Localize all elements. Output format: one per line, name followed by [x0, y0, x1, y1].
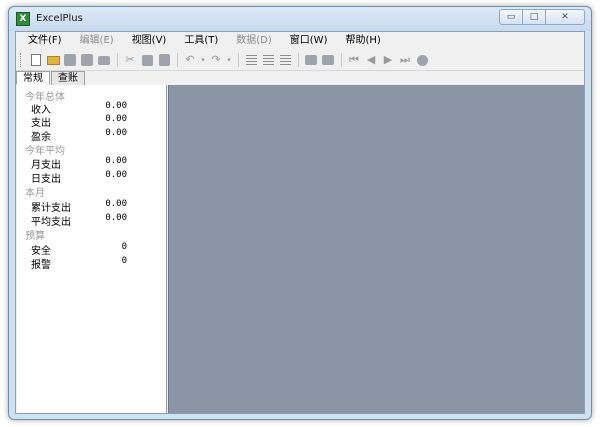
copy-icon[interactable]: [139, 52, 155, 68]
section-budget: 预算: [25, 231, 45, 242]
paste-icon[interactable]: [156, 52, 172, 68]
menu-tools[interactable]: 工具(T): [175, 32, 227, 50]
toolbar-separator: [341, 53, 342, 67]
export-icon[interactable]: [303, 52, 319, 68]
average-expense-label: 平均支出: [31, 217, 71, 228]
align-center-icon[interactable]: [260, 52, 276, 68]
average-expense-value: 0.00: [105, 213, 127, 223]
expense-value: 0.00: [105, 114, 127, 124]
align-right-icon[interactable]: [277, 52, 293, 68]
menu-file[interactable]: 文件(F): [16, 32, 71, 50]
redo-dropdown-icon[interactable]: ▾: [225, 52, 233, 68]
info-icon[interactable]: [414, 52, 430, 68]
toolbar-grip[interactable]: [20, 53, 24, 67]
budget-alarm-value: 0: [121, 256, 127, 266]
cut-icon[interactable]: ✂: [122, 52, 138, 68]
save-icon[interactable]: [62, 52, 78, 68]
budget-safe-label: 安全: [31, 246, 51, 257]
tab-audit[interactable]: 查账: [51, 71, 85, 85]
menu-edit[interactable]: 编辑(E): [71, 32, 123, 50]
toolbar-separator: [298, 53, 299, 67]
side-panel-tabs: 常规 查账: [16, 71, 86, 85]
monthly-expense-value: 0.00: [105, 156, 127, 166]
expense-label: 支出: [31, 118, 51, 129]
title-bar[interactable]: X ExcelPlus ▭ □ ✕: [9, 7, 591, 31]
close-icon: ✕: [561, 12, 569, 22]
tab-general[interactable]: 常规: [16, 71, 50, 85]
client-area: 文件(F) 编辑(E) 视图(V) 工具(T) 数据(D) 窗口(W) 帮助(H…: [15, 31, 585, 414]
daily-expense-label: 日支出: [31, 174, 61, 185]
toolbar: ✂ ↶ ▾ ↷ ▾ ⏮ ◀ ▶ ⏭: [16, 50, 584, 71]
menu-view[interactable]: 视图(V): [123, 32, 176, 50]
minimize-icon: ▭: [506, 12, 516, 22]
print-icon[interactable]: [96, 52, 112, 68]
maximize-button[interactable]: □: [522, 9, 546, 25]
section-year-average: 今年平均: [25, 146, 65, 157]
window-title: ExcelPlus: [36, 13, 83, 24]
save-all-icon[interactable]: [79, 52, 95, 68]
close-button[interactable]: ✕: [545, 9, 585, 25]
income-value: 0.00: [105, 101, 127, 111]
previous-record-icon[interactable]: ◀: [363, 52, 379, 68]
next-record-icon[interactable]: ▶: [380, 52, 396, 68]
mdi-workspace[interactable]: [168, 85, 584, 413]
menu-bar: 文件(F) 编辑(E) 视图(V) 工具(T) 数据(D) 窗口(W) 帮助(H…: [16, 32, 584, 50]
menu-window[interactable]: 窗口(W): [281, 32, 337, 50]
minimize-button[interactable]: ▭: [499, 9, 523, 25]
import-icon[interactable]: [320, 52, 336, 68]
window-controls: ▭ □ ✕: [499, 9, 585, 27]
surplus-label: 盈余: [31, 132, 51, 143]
budget-safe-value: 0: [121, 242, 127, 252]
toolbar-separator: [117, 53, 118, 67]
toolbar-separator: [177, 53, 178, 67]
toolbar-separator: [238, 53, 239, 67]
redo-icon[interactable]: ↷: [208, 52, 224, 68]
undo-dropdown-icon[interactable]: ▾: [199, 52, 207, 68]
menu-help[interactable]: 帮助(H): [336, 32, 389, 50]
menu-data[interactable]: 数据(D): [227, 32, 281, 50]
app-window: X ExcelPlus ▭ □ ✕ 文件(F) 编辑(E) 视图(V) 工具(T…: [8, 6, 592, 420]
open-folder-icon[interactable]: [45, 52, 61, 68]
align-left-icon[interactable]: [243, 52, 259, 68]
surplus-value: 0.00: [105, 128, 127, 138]
section-this-month: 本月: [25, 188, 45, 199]
new-document-icon[interactable]: [28, 52, 44, 68]
last-record-icon[interactable]: ⏭: [397, 52, 413, 68]
monthly-expense-label: 月支出: [31, 160, 61, 171]
daily-expense-value: 0.00: [105, 170, 127, 180]
first-record-icon[interactable]: ⏮: [346, 52, 362, 68]
excel-app-icon[interactable]: X: [16, 12, 30, 26]
undo-icon[interactable]: ↶: [182, 52, 198, 68]
cumulative-expense-label: 累计支出: [31, 203, 71, 214]
summary-panel: 今年总体 收入 0.00 支出 0.00 盈余 0.00 今年平均 月支出 0.…: [17, 85, 167, 413]
cumulative-expense-value: 0.00: [105, 199, 127, 209]
maximize-icon: □: [529, 12, 539, 22]
budget-alarm-label: 报警: [31, 260, 51, 271]
